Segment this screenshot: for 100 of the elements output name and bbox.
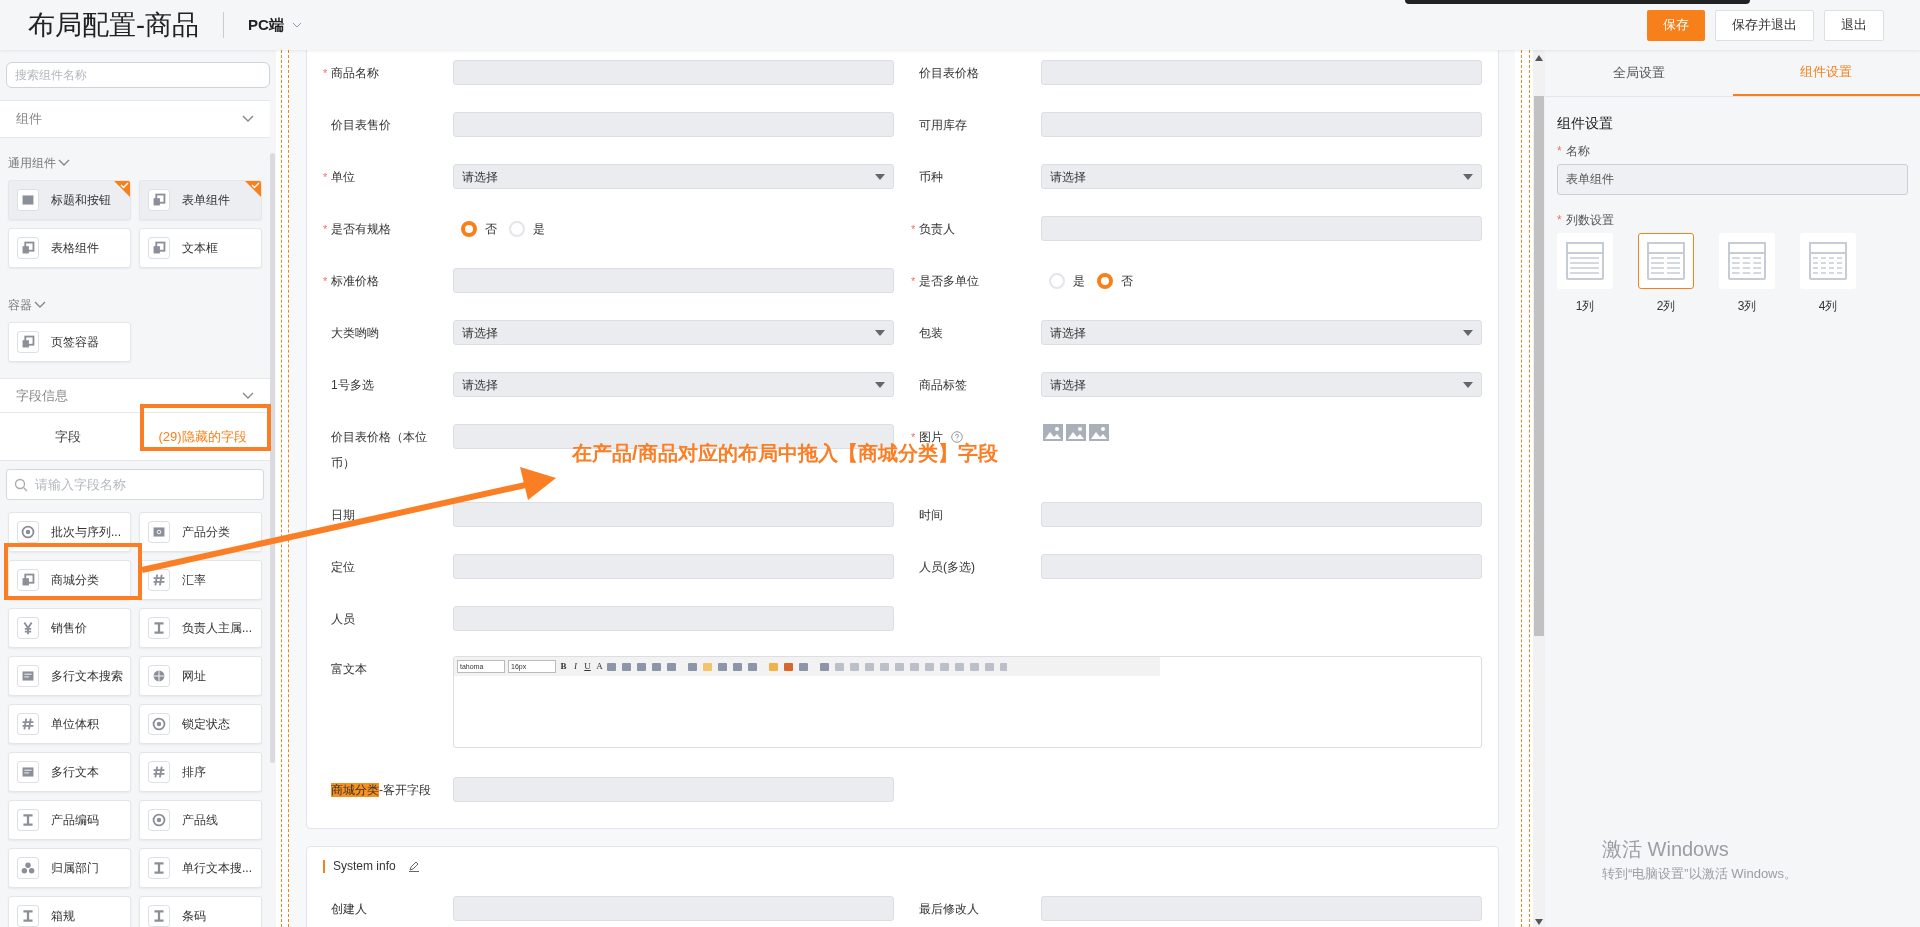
component-card[interactable]: 锁定状态 [139, 704, 262, 744]
field-label: 创建人 [331, 901, 367, 918]
section-title[interactable]: 字段信息 [16, 385, 68, 406]
overlap-squares-icon [148, 237, 170, 259]
component-card[interactable]: 单行文本搜... [139, 848, 262, 888]
formatting-tools-drawing[interactable] [607, 660, 1007, 673]
column-layout-option[interactable] [1638, 233, 1694, 289]
radio-label: 是 [1073, 273, 1085, 290]
component-card[interactable]: 产品线 [139, 800, 262, 840]
overlap-squares-icon [17, 569, 39, 591]
format-button[interactable]: A [595, 659, 604, 674]
select-field[interactable]: 请选择 [1041, 372, 1482, 397]
header-button[interactable]: 保存并退出 [1715, 9, 1814, 41]
component-card[interactable]: 产品编码 [8, 800, 131, 840]
field-label: 价目表价格 [919, 65, 979, 82]
column-layout-option[interactable] [1719, 233, 1775, 289]
os-watermark: 激活 Windows [1602, 837, 1730, 862]
component-card[interactable]: 多行文本 [8, 752, 131, 792]
option-label: 1列 [1575, 298, 1595, 315]
block-icon [17, 189, 39, 211]
component-card[interactable]: 汇率 [139, 560, 262, 600]
scroll-up-icon[interactable] [1535, 55, 1543, 61]
search-icon [14, 478, 28, 492]
header-button[interactable]: 退出 [1824, 9, 1884, 41]
chevron-icon [291, 22, 302, 28]
component-card[interactable]: 标题和按钮 [8, 180, 131, 220]
scrollbar[interactable] [1533, 50, 1545, 927]
component-card[interactable]: 销售价 [8, 608, 131, 648]
component-card[interactable]: 表单组件 [139, 180, 262, 220]
component-card[interactable]: 批次与序列... [8, 512, 131, 552]
option-label: 2列 [1656, 298, 1676, 315]
component-card[interactable]: 单位体积 [8, 704, 131, 744]
radio-button[interactable] [1097, 273, 1113, 289]
radio-button[interactable] [461, 221, 477, 237]
field-label: 商品名称 [331, 65, 379, 82]
input-field[interactable] [1041, 112, 1482, 137]
input-field[interactable] [453, 777, 894, 802]
component-card[interactable]: 产品分类 [139, 512, 262, 552]
component-card[interactable]: 箱规 [8, 896, 131, 927]
scrollbar[interactable] [270, 153, 275, 763]
component-card[interactable]: 网址 [139, 656, 262, 696]
format-button[interactable]: B [559, 659, 568, 674]
component-card[interactable]: 负责人主属... [139, 608, 262, 648]
input-field[interactable] [1041, 60, 1482, 85]
component-card[interactable]: 多行文本搜索 [8, 656, 131, 696]
field-label: 标准价格 [331, 273, 379, 290]
name-field[interactable]: 表单组件 [1557, 164, 1908, 195]
radio-icon [148, 809, 170, 831]
section-title[interactable]: 组件 [16, 109, 42, 129]
input-field[interactable] [453, 502, 894, 527]
dropdown-icon [875, 329, 885, 336]
search-field[interactable]: 请输入字段名称 [6, 469, 264, 500]
select-field[interactable]: 请选择 [1041, 320, 1482, 345]
scroll-down-icon[interactable] [1535, 919, 1543, 925]
check-corner-icon [114, 181, 130, 197]
hash-icon [148, 761, 170, 783]
pencil-icon[interactable] [407, 860, 420, 872]
group-title[interactable]: 容器 [8, 296, 32, 314]
dropdown-icon [1463, 381, 1473, 388]
input-field[interactable] [1041, 896, 1482, 921]
tab[interactable]: 全局设置 [1545, 50, 1733, 96]
component-card[interactable]: 页签容器 [8, 322, 131, 362]
radio-icon [148, 713, 170, 735]
required-mark: * [323, 223, 328, 235]
org-icon [17, 857, 39, 879]
text-cursor-icon [148, 857, 170, 879]
component-card[interactable]: 排序 [139, 752, 262, 792]
component-card[interactable]: 归属部门 [8, 848, 131, 888]
input-field[interactable] [453, 112, 894, 137]
hash-icon [17, 713, 39, 735]
field-label: 图片 [919, 429, 943, 444]
input-field[interactable] [453, 60, 894, 85]
component-card[interactable]: 文本框 [139, 228, 262, 268]
input-field[interactable] [1041, 216, 1482, 241]
select-field[interactable]: 请选择 [453, 372, 894, 397]
input-field[interactable] [453, 554, 894, 579]
field-label: 币种 [919, 169, 943, 186]
component-card[interactable]: 条码 [139, 896, 262, 927]
select-field[interactable]: 请选择 [453, 320, 894, 345]
tab[interactable]: 字段 [0, 413, 135, 460]
dropdown-icon [875, 381, 885, 388]
column-layout-option[interactable] [1557, 233, 1613, 289]
select-field[interactable]: 请选择 [1041, 164, 1482, 189]
format-button[interactable]: I [571, 659, 580, 674]
input-field[interactable] [1041, 502, 1482, 527]
search-field[interactable]: 搜索组件名称 [6, 62, 270, 88]
select-field[interactable]: 请选择 [453, 164, 894, 189]
format-button[interactable]: U [583, 659, 592, 674]
component-card[interactable]: 表格组件 [8, 228, 131, 268]
input-field[interactable] [1041, 554, 1482, 579]
field-label: 负责人 [919, 221, 955, 238]
group-title[interactable]: 通用组件 [8, 154, 56, 172]
input-field[interactable] [453, 896, 894, 921]
column-layout-option[interactable] [1800, 233, 1856, 289]
platform-dropdown[interactable]: PC端 [248, 13, 302, 37]
required-mark: * [911, 431, 916, 443]
dropdown-icon [1463, 173, 1473, 180]
input-field[interactable] [453, 268, 894, 293]
image-placeholder-icon [1043, 424, 1063, 441]
input-field[interactable] [453, 606, 894, 631]
